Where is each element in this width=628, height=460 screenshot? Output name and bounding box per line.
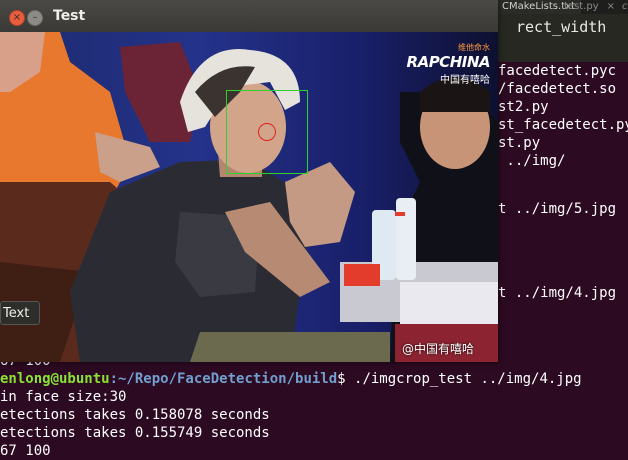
terminal-line: st.py (498, 135, 541, 151)
terminal-line: facedetect.pyc (498, 63, 617, 79)
logo-subtitle: 中国有嘻哈 (440, 75, 490, 86)
editor-tab-cre[interactable]: cre (616, 0, 628, 14)
terminal-output-line: etections takes 0.155749 seconds (0, 425, 270, 441)
detection-image: 维他命水 RAPCHINA 中国有嘻哈 @中国有嘻哈 (0, 32, 498, 362)
prompt-path: :~/Repo/FaceDetection/build (109, 371, 338, 387)
terminal-output-line: etections takes 0.158078 seconds (0, 407, 270, 423)
terminal-line: t ../img/5.jpg (498, 201, 617, 217)
terminal-line: t ../img/4.jpg (498, 285, 617, 301)
code-editor-panel: CMakeLists.txt test.py× cre rect_width (498, 0, 628, 62)
prompt-user: enlong@ubuntu (0, 371, 110, 387)
eye-detection-marker (258, 123, 276, 141)
editor-tab-label: test.py (564, 1, 599, 12)
window-minimize-button[interactable]: – (27, 10, 43, 26)
show-logo: 维他命水 RAPCHINA 中国有嘻哈 (406, 42, 491, 86)
image-watermark: @中国有嘻哈 (402, 342, 475, 356)
terminal-line: /facedetect.so (498, 81, 617, 97)
window-close-button[interactable]: × (9, 10, 25, 26)
window-titlebar[interactable]: × – Test (0, 0, 498, 32)
terminal-output-line: 67 100 (0, 443, 51, 459)
image-viewer-window[interactable]: × – Test 维他命水 RAPCHINA 中国有嘻哈 @中国有嘻哈 (0, 0, 498, 362)
editor-tab-bar: CMakeLists.txt test.py× cre (498, 0, 628, 14)
logo-sponsor-text: 维他命水 (458, 43, 490, 52)
logo-title: RAPCHINA (406, 53, 491, 71)
editor-tab-test-py[interactable]: test.py × (558, 0, 621, 14)
terminal-line: st_facedetect.py (498, 117, 628, 133)
terminal-line: st2.py (498, 99, 549, 115)
text-tooltip: Text (0, 301, 40, 325)
tab-close-icon[interactable]: × (607, 1, 615, 12)
editor-code-line: rect_width (516, 18, 607, 36)
prompt-command: $ ./imgcrop_test ../img/4.jpg (337, 371, 582, 387)
terminal-output-line: in face size:30 (0, 389, 127, 405)
window-title: Test (53, 8, 86, 24)
terminal-line: ../img/ (498, 153, 566, 169)
terminal-prompt-line: enlong@ubuntu:~/Repo/FaceDetection/build… (0, 370, 628, 388)
